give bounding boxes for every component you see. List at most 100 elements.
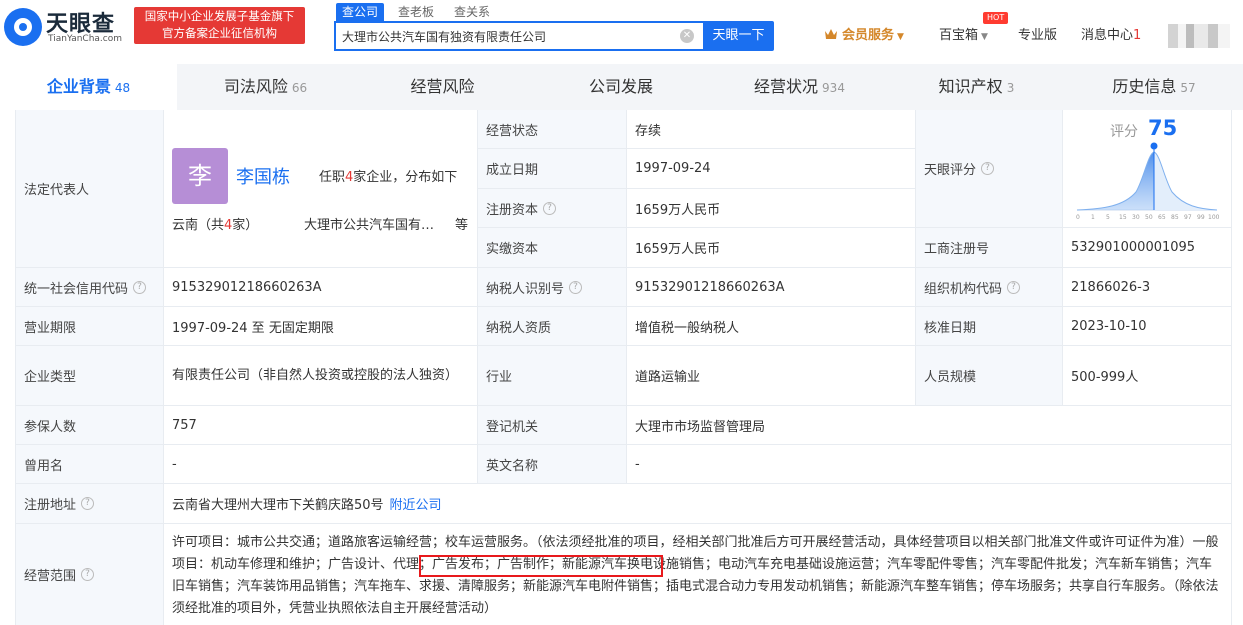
- label-staff-size: 人员规模: [916, 346, 1063, 406]
- legal-rep-name[interactable]: 李国栋: [236, 163, 290, 189]
- crown-icon: [825, 29, 837, 39]
- user-avatar[interactable]: [1168, 24, 1230, 48]
- label-taxpayer-qual: 纳税人资质: [478, 307, 627, 346]
- tab-company-development[interactable]: 公司发展: [531, 64, 711, 110]
- help-icon[interactable]: ?: [543, 201, 557, 215]
- label-org-code: 组织机构代码?: [916, 268, 1063, 307]
- label-english-name: 英文名称: [478, 445, 627, 484]
- region-post: 家）: [232, 218, 259, 233]
- legal-rep-etc: 等: [455, 218, 469, 233]
- tab-label: 经营状况: [754, 77, 819, 96]
- tab-count: 48: [114, 81, 131, 95]
- value-industry: 道路运输业: [627, 346, 916, 406]
- highlight-annotation-box: [419, 555, 663, 577]
- search-button[interactable]: 天眼一下: [703, 21, 774, 51]
- help-icon[interactable]: ?: [133, 280, 147, 294]
- tick-label: 100: [1208, 214, 1220, 221]
- label-text: 纳税人识别号: [486, 281, 565, 297]
- tab-history-info[interactable]: 历史信息 57: [1065, 64, 1243, 110]
- caret-down-icon: ▼: [981, 32, 988, 42]
- tab-company-background[interactable]: 企业背景 48: [0, 64, 177, 110]
- value-paid-capital: 1659万人民币: [627, 228, 916, 268]
- tick-label: 65: [1158, 214, 1166, 221]
- tab-search-company[interactable]: 查公司: [336, 3, 385, 21]
- address-text: 云南省大理州大理市下关鹤庆路50号: [172, 498, 384, 513]
- label-paid-capital: 实缴资本: [478, 228, 627, 268]
- tab-count: 57: [1180, 81, 1196, 95]
- badge-line-2: 官方备案企业征信机构: [162, 26, 277, 40]
- value-taxpayer-qual: 增值税一般纳税人: [627, 307, 916, 346]
- tab-operation-risk[interactable]: 经营风险: [354, 64, 531, 110]
- treasure-box-menu[interactable]: 百宝箱 ▼: [939, 26, 988, 46]
- message-center-link[interactable]: 消息中心1: [1081, 26, 1141, 46]
- region-pre: 云南（共: [172, 218, 225, 233]
- label-reg-capital: 注册资本?: [478, 189, 627, 228]
- label-founded: 成立日期: [478, 149, 627, 189]
- value-reg-capital: 1659万人民币: [627, 189, 916, 228]
- nearby-companies-link[interactable]: 附近公司: [390, 494, 442, 513]
- tick-label: 15: [1119, 214, 1127, 221]
- tab-intellectual-property[interactable]: 知识产权 3: [888, 64, 1065, 110]
- value-taxpayer-id: 91532901218660263A: [627, 268, 916, 307]
- label-business-scope: 经营范围?: [16, 524, 164, 625]
- help-icon[interactable]: ?: [981, 162, 995, 175]
- tab-judicial-risk[interactable]: 司法风险 66: [177, 64, 354, 110]
- help-icon[interactable]: ?: [81, 497, 95, 510]
- tab-label: 经营风险: [410, 77, 475, 96]
- tick-label: 1: [1091, 214, 1095, 221]
- vip-label: 会员服务: [842, 28, 895, 43]
- legal-rep-positions: 任职4家企业，分布如下: [319, 166, 457, 185]
- vip-service-menu[interactable]: 会员服务 ▼: [824, 26, 904, 46]
- tab-search-relation[interactable]: 查关系: [448, 3, 496, 21]
- tick-label: 97: [1184, 214, 1192, 221]
- positions-pre: 任职: [319, 170, 346, 185]
- label-industry: 行业: [478, 346, 627, 406]
- value-founded: 1997-09-24: [627, 149, 916, 189]
- tab-business-status[interactable]: 经营状况 934: [711, 64, 888, 110]
- score-distribution-chart: 0 1 5 15 30 50 65 85 97 99 100: [1076, 142, 1220, 221]
- value-english-name: -: [627, 445, 1232, 484]
- score-label: 评分: [1110, 124, 1138, 140]
- tab-label: 公司发展: [588, 77, 653, 96]
- pro-version-link[interactable]: 专业版: [1018, 26, 1057, 46]
- search-input[interactable]: [336, 23, 666, 49]
- value-org-code: 21866026-3: [1063, 268, 1232, 307]
- tick-label: 85: [1171, 214, 1179, 221]
- label-legal-rep: 法定代表人: [16, 110, 164, 268]
- main-tabs: 企业背景 48 司法风险 66 经营风险 公司发展 经营状况 934 知识产权 3 历史…: [0, 64, 1243, 110]
- label-text: 经营范围: [24, 569, 77, 584]
- help-icon[interactable]: ?: [569, 280, 583, 294]
- tab-count: 3: [1006, 81, 1015, 95]
- message-count: 1: [1133, 28, 1142, 43]
- help-icon[interactable]: ?: [1007, 280, 1021, 294]
- value-business-term: 1997-09-24 至 无固定期限: [164, 307, 478, 346]
- clear-icon[interactable]: ✕: [680, 29, 694, 43]
- tianyancha-logo[interactable]: 天眼查 TianYanCha.com: [4, 6, 128, 46]
- value-business-reg-no: 532901000001095: [1063, 228, 1232, 268]
- legal-rep-avatar[interactable]: 李: [172, 148, 228, 204]
- tick-label: 50: [1145, 214, 1153, 221]
- score-value: 75: [1148, 116, 1178, 140]
- logo-domain: TianYanCha.com: [48, 34, 123, 44]
- hot-badge: HOT: [983, 12, 1009, 24]
- help-icon[interactable]: ?: [81, 568, 95, 581]
- tick-label: 99: [1197, 214, 1205, 221]
- tick-label: 0: [1076, 214, 1080, 221]
- label-approval-date: 核准日期: [916, 307, 1063, 346]
- top-header: 天眼查 TianYanCha.com 国家中小企业发展子基金旗下 官方备案企业征…: [0, 0, 1243, 64]
- value-reg-authority: 大理市市场监督管理局: [627, 406, 1232, 445]
- label-reg-address: 注册地址?: [16, 484, 164, 524]
- tab-search-boss[interactable]: 查老板: [392, 3, 440, 21]
- label-former-name: 曾用名: [16, 445, 164, 484]
- tick-label: 5: [1106, 214, 1110, 221]
- legal-rep-region[interactable]: 云南（共4家）: [172, 214, 258, 233]
- label-text: 注册地址: [24, 498, 77, 513]
- legal-rep-company[interactable]: 大理市公共汽车国有独资有限责任公司: [304, 214, 436, 233]
- label-taxpayer-id: 纳税人识别号?: [478, 268, 627, 307]
- tab-label: 知识产权: [938, 77, 1003, 96]
- tab-label: 历史信息: [1112, 77, 1177, 96]
- label-text: 注册资本: [486, 202, 539, 218]
- label-text: 统一社会信用代码: [24, 281, 129, 297]
- official-badge[interactable]: 国家中小企业发展子基金旗下 官方备案企业征信机构: [134, 7, 305, 44]
- tab-count: 934: [822, 81, 845, 95]
